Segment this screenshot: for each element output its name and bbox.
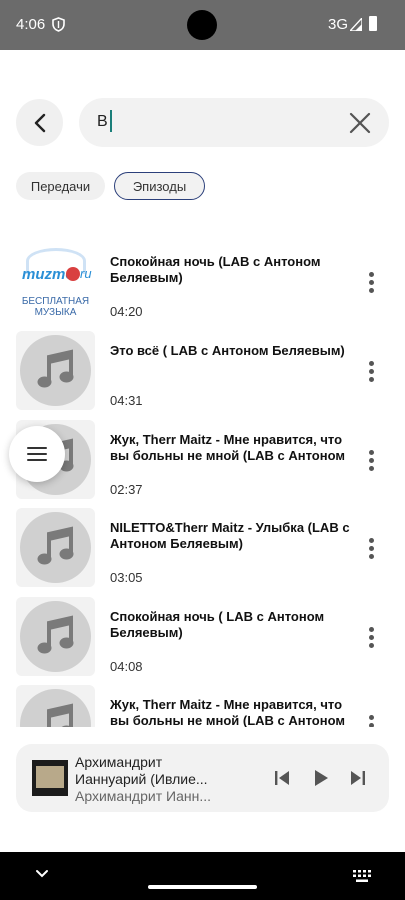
music-note-icon <box>37 615 74 654</box>
search-query[interactable]: В <box>97 113 108 131</box>
signal-icon <box>350 18 362 31</box>
chevron-left-icon <box>34 113 45 132</box>
item-title: Это всё ( LAB с Антоном Беляевым) <box>110 343 345 358</box>
play-icon[interactable] <box>308 766 332 790</box>
item-thumbnail <box>16 508 95 587</box>
muzmo-logo: muzmo ru БЕСПЛАТНАЯ МУЗЫКА <box>16 242 95 321</box>
item-duration: 03:05 <box>110 570 143 585</box>
music-note-icon <box>37 526 74 565</box>
episode-list: muzmo ru БЕСПЛАТНАЯ МУЗЫКА Спокойная ноч… <box>0 240 405 727</box>
chip-shows[interactable]: Передачи <box>16 172 105 200</box>
item-title: Спокойная ночь (LAB с Антоном Беляевым) <box>110 254 321 285</box>
back-button[interactable] <box>16 99 63 146</box>
skip-next-icon[interactable] <box>346 766 370 790</box>
logo-caption: БЕСПЛАТНАЯ МУЗЫКА <box>21 296 90 318</box>
item-thumbnail <box>16 685 95 727</box>
camera-cutout <box>187 10 217 40</box>
item-title: Спокойная ночь ( LAB с Антоном Беляевым) <box>110 609 325 640</box>
home-gesture-bar[interactable] <box>148 885 257 889</box>
item-duration: 04:20 <box>110 304 143 319</box>
item-title: NILETTO&Therr Maitz - Улыбка (LAB с Анто… <box>110 520 350 551</box>
item-thumbnail <box>16 331 95 410</box>
music-note-icon <box>37 349 74 388</box>
text-cursor <box>110 110 112 132</box>
mini-player[interactable]: Архимандрит Ианнуарий (Ивлие... Архиманд… <box>16 744 389 812</box>
skip-previous-icon[interactable] <box>270 766 294 790</box>
hamburger-menu-icon <box>27 447 47 461</box>
network-type: 3G <box>328 16 349 33</box>
clear-search-icon[interactable] <box>347 110 373 136</box>
search-input[interactable]: В <box>79 98 389 147</box>
battery-icon <box>369 16 377 31</box>
more-options-icon[interactable] <box>364 625 378 651</box>
status-time: 4:06 <box>16 16 46 33</box>
menu-button[interactable] <box>9 426 65 482</box>
list-item[interactable]: muzmo ru БЕСПЛАТНАЯ МУЗЫКА Спокойная ноч… <box>0 242 405 322</box>
list-item[interactable]: Жук, Therr Maitz - Мне нравится, что вы … <box>0 685 405 727</box>
system-navigation-bar <box>0 852 405 900</box>
more-options-icon[interactable] <box>364 448 378 474</box>
chevron-down-icon[interactable] <box>34 866 50 882</box>
keyboard-icon[interactable] <box>352 869 372 883</box>
shield-icon <box>52 17 65 32</box>
player-title: Архимандрит Ианнуарий (Ивлие... <box>75 754 208 787</box>
item-thumbnail <box>16 597 95 676</box>
music-note-icon <box>47 703 73 727</box>
item-duration: 04:08 <box>110 659 143 674</box>
more-options-icon[interactable] <box>364 359 378 385</box>
chip-episodes[interactable]: Эпизоды <box>114 172 205 200</box>
more-options-icon[interactable] <box>364 270 378 296</box>
player-cover-art <box>32 760 68 796</box>
list-item[interactable]: Спокойная ночь ( LAB с Антоном Беляевым)… <box>0 597 405 677</box>
list-item[interactable]: Это всё ( LAB с Антоном Беляевым) 04:31 <box>0 331 405 411</box>
list-item[interactable]: NILETTO&Therr Maitz - Улыбка (LAB с Анто… <box>0 508 405 588</box>
logo-disc <box>66 267 80 281</box>
more-options-icon[interactable] <box>364 713 378 727</box>
player-artist: Архимандрит Ианн... <box>75 788 211 804</box>
status-bar: 4:06 3G <box>0 0 405 50</box>
item-title: Жук, Therr Maitz - Мне нравится, что вы … <box>110 697 345 727</box>
item-duration: 04:31 <box>110 393 143 408</box>
logo-domain: ru <box>80 266 92 281</box>
item-title: Жук, Therr Maitz - Мне нравится, что вы … <box>110 432 345 463</box>
item-duration: 02:37 <box>110 482 143 497</box>
more-options-icon[interactable] <box>364 536 378 562</box>
